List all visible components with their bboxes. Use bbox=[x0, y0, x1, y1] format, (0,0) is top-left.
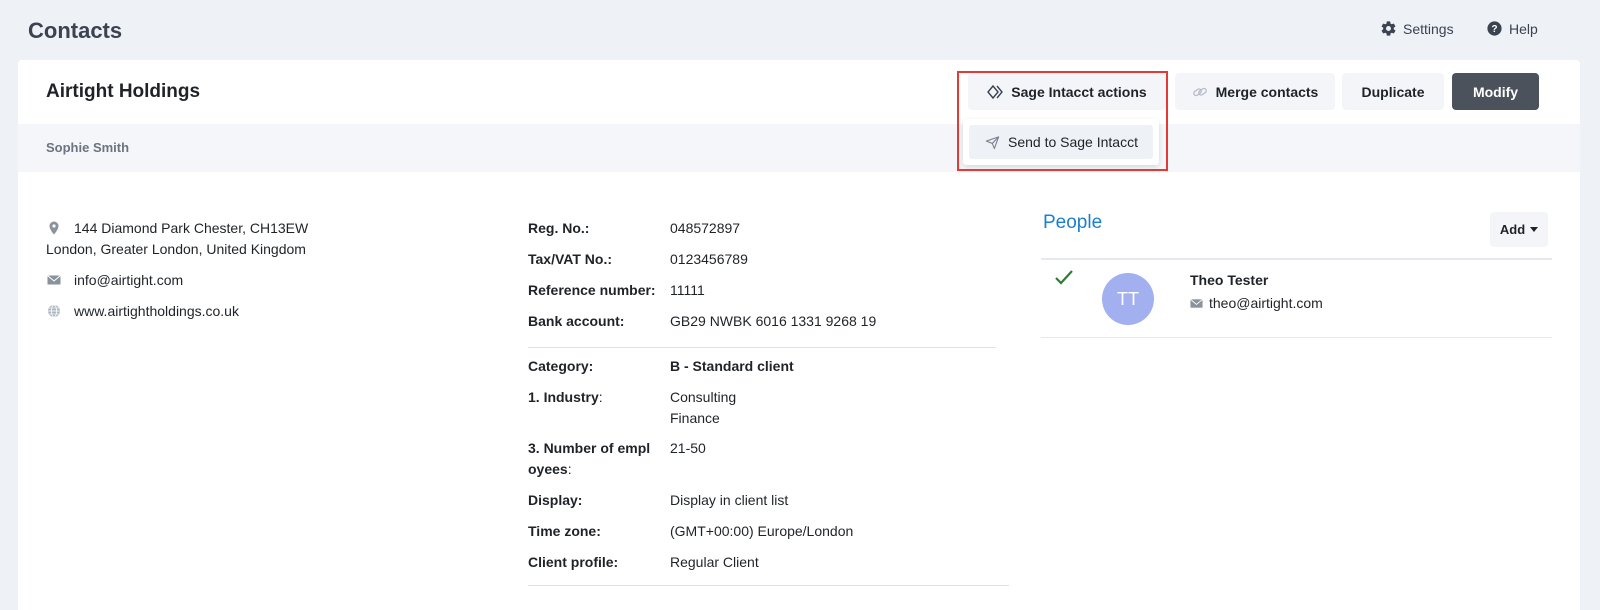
caret-down-icon bbox=[1530, 226, 1539, 232]
sage-actions-dropdown: Send to Sage Intacct bbox=[963, 119, 1159, 165]
send-to-sage-intacct-label: Send to Sage Intacct bbox=[1008, 134, 1138, 150]
contact-email[interactable]: info@airtight.com bbox=[74, 270, 183, 291]
time-zone-label: Time zone: bbox=[528, 523, 601, 539]
link-icon bbox=[1192, 87, 1207, 96]
contact-website[interactable]: www.airtightholdings.co.uk bbox=[74, 301, 239, 322]
employees-value: 21-50 bbox=[670, 440, 706, 456]
page-title: Contacts bbox=[28, 18, 123, 43]
avatar: TT bbox=[1102, 273, 1154, 325]
tax-vat-value: 0123456789 bbox=[670, 251, 748, 267]
email-row: info@airtight.com bbox=[46, 270, 183, 291]
sage-intacct-actions-label: Sage Intacct actions bbox=[1011, 83, 1147, 100]
merge-contacts-label: Merge contacts bbox=[1215, 83, 1319, 100]
people-title: People bbox=[1043, 212, 1103, 233]
sage-intacct-actions-button[interactable]: Sage Intacct actions bbox=[968, 73, 1166, 110]
checkmark-icon bbox=[1055, 270, 1073, 285]
svg-text:?: ? bbox=[1491, 24, 1497, 35]
sage-diamond-icon bbox=[987, 84, 1004, 99]
contact-name: Airtight Holdings bbox=[46, 81, 201, 102]
display-label: Display: bbox=[528, 492, 583, 508]
website-row: www.airtightholdings.co.uk bbox=[46, 301, 239, 322]
duplicate-button[interactable]: Duplicate bbox=[1342, 73, 1444, 110]
reg-no-value: 048572897 bbox=[670, 220, 741, 236]
address-line2: London, Greater London, United Kingdom bbox=[46, 241, 306, 257]
address-line2-row: London, Greater London, United Kingdom bbox=[46, 239, 306, 260]
envelope-icon bbox=[1190, 298, 1203, 308]
industry-label: 1. Industry: bbox=[528, 389, 603, 405]
add-person-button[interactable]: Add bbox=[1490, 212, 1548, 247]
client-profile-value: Regular Client bbox=[670, 554, 759, 570]
details-divider bbox=[528, 347, 996, 348]
send-to-sage-intacct-item[interactable]: Send to Sage Intacct bbox=[969, 125, 1153, 159]
employees-label: 3. Number of empl oyees: bbox=[528, 440, 651, 477]
address-line1: 144 Diamond Park Chester, CH13EW bbox=[74, 220, 309, 236]
help-icon: ? bbox=[1487, 21, 1502, 36]
modify-button[interactable]: Modify bbox=[1452, 73, 1539, 110]
send-icon bbox=[985, 135, 1000, 149]
settings-label: Settings bbox=[1403, 20, 1454, 37]
industry-value-2: Finance bbox=[670, 410, 720, 426]
bank-account-value: GB29 NWBK 6016 1331 9268 19 bbox=[670, 313, 877, 329]
industry-value-1: Consulting bbox=[670, 389, 737, 405]
time-zone-value: (GMT+00:00) Europe/London bbox=[670, 523, 854, 539]
category-value: B - Standard client bbox=[670, 358, 794, 374]
person-email[interactable]: theo@airtight.com bbox=[1209, 295, 1323, 311]
modify-label: Modify bbox=[1472, 83, 1519, 100]
employees-label-line1: 3. Number of empl bbox=[528, 440, 651, 456]
add-label: Add bbox=[1499, 222, 1526, 237]
person-row[interactable]: TT Theo Tester theo@airtight.com bbox=[1041, 258, 1552, 338]
employees-label-line2: oyees bbox=[528, 461, 568, 477]
settings-link[interactable]: Settings bbox=[1380, 20, 1454, 37]
reference-number-label: Reference number: bbox=[528, 282, 656, 298]
top-bar: Contacts Settings ? Help bbox=[0, 0, 1600, 58]
contact-subheader: Sophie Smith bbox=[18, 124, 1580, 172]
person-email-row: theo@airtight.com bbox=[1190, 295, 1323, 311]
merge-contacts-button[interactable]: Merge contacts bbox=[1175, 73, 1335, 110]
details-bottom-divider bbox=[528, 585, 1009, 586]
help-label: Help bbox=[1509, 20, 1538, 37]
industry-label-text: 1. Industry bbox=[528, 389, 599, 405]
globe-icon bbox=[48, 304, 60, 318]
bank-account-label: Bank account: bbox=[528, 313, 625, 329]
tax-vat-label: Tax/VAT No.: bbox=[528, 251, 612, 267]
address-row: 144 Diamond Park Chester, CH13EW bbox=[46, 218, 308, 239]
envelope-icon bbox=[47, 275, 61, 285]
duplicate-label: Duplicate bbox=[1361, 83, 1425, 100]
reg-no-label: Reg. No.: bbox=[528, 220, 590, 236]
category-label: Category: bbox=[528, 358, 594, 374]
help-link[interactable]: ? Help bbox=[1486, 20, 1538, 37]
display-value: Display in client list bbox=[670, 492, 789, 508]
person-name[interactable]: Theo Tester bbox=[1190, 272, 1268, 288]
location-pin-icon bbox=[49, 221, 59, 235]
client-profile-label: Client profile: bbox=[528, 554, 619, 570]
gear-icon bbox=[1381, 21, 1396, 36]
contact-owner: Sophie Smith bbox=[46, 140, 130, 155]
reference-number-value: 11111 bbox=[670, 282, 705, 298]
